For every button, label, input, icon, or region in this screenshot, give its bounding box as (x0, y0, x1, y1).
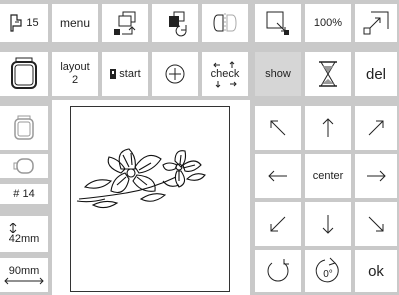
zoom-button[interactable]: 100% (305, 4, 351, 42)
center-label: center (312, 170, 344, 182)
arrow-right-icon (367, 170, 386, 182)
hoop-small-button[interactable] (0, 154, 48, 178)
presser-foot-number: 15 (26, 17, 39, 29)
move-down-button[interactable] (305, 202, 351, 246)
start-button[interactable]: start (102, 52, 148, 96)
arrow-left-icon (268, 170, 287, 182)
width-value: 90mm (8, 265, 40, 277)
check-label: check (210, 67, 240, 80)
embroidery-screen: 15 # 14 42mm 90mm menu 100% layout 2 sta… (0, 0, 399, 295)
size-enlarge-button[interactable] (355, 4, 397, 42)
arrow-down-right-icon (368, 216, 384, 232)
rotate-button[interactable] (255, 250, 301, 292)
move-down-left-button[interactable] (255, 202, 301, 246)
delete-button[interactable]: del (355, 52, 397, 96)
hourglass-icon (319, 61, 337, 87)
edit-end-icon (114, 11, 136, 35)
move-down-right-button[interactable] (355, 202, 397, 246)
move-left-button[interactable] (255, 154, 301, 198)
flower-pattern-image (76, 148, 206, 209)
layout-value: 2 (71, 74, 79, 86)
add-circle-icon (165, 64, 185, 84)
hoop-medium-icon (14, 115, 34, 140)
move-up-left-button[interactable] (255, 106, 301, 150)
hoop-large-icon (11, 57, 37, 89)
needle-position-icon (110, 69, 117, 79)
add-pattern-button[interactable] (152, 52, 198, 96)
arrow-up-right-icon (368, 120, 384, 136)
delete-label: del (365, 65, 387, 83)
start-label: start (119, 68, 141, 80)
edit-rotate-button[interactable] (152, 4, 198, 42)
time-button[interactable] (305, 52, 351, 96)
color-count-label: # 14 (13, 188, 35, 200)
layout-button[interactable]: layout 2 (52, 52, 98, 96)
size-reduce-icon (266, 11, 289, 35)
edit-rotate-icon (169, 11, 187, 37)
mirror-icon (213, 13, 237, 33)
arrow-down-icon (322, 215, 334, 234)
embroidery-preview (70, 106, 230, 292)
horizontal-size-arrow-icon (4, 277, 44, 285)
show-button[interactable]: show (255, 52, 301, 96)
width-indicator: 90mm (0, 258, 48, 292)
menu-button[interactable]: menu (52, 4, 98, 42)
height-indicator: 42mm (0, 216, 48, 252)
zoom-label: 100% (313, 17, 343, 29)
presser-foot-status: 15 (0, 4, 48, 42)
ok-label: ok (368, 262, 384, 280)
show-label: show (265, 68, 291, 80)
arrow-up-icon (322, 118, 334, 137)
rotate-icon (267, 259, 289, 282)
rotate-reset-button[interactable]: 0° (305, 250, 351, 292)
rotate-reset-label: 0° (323, 268, 333, 280)
edit-end-button[interactable] (102, 4, 148, 42)
color-count: # 14 (0, 184, 48, 204)
ok-button[interactable]: ok (355, 250, 397, 292)
center-button[interactable]: center (305, 154, 351, 198)
arrow-up-left-icon (270, 120, 286, 136)
size-enlarge-icon (363, 11, 389, 35)
layout-label: layout (60, 61, 90, 73)
hoop-small-icon (13, 158, 34, 174)
arrow-down-left-icon (270, 216, 286, 232)
move-up-button[interactable] (305, 106, 351, 150)
presser-foot-icon (10, 14, 22, 32)
mirror-button[interactable] (202, 4, 248, 42)
hoop-large-button[interactable] (0, 52, 48, 96)
check-down-arrows-icon (215, 80, 237, 88)
height-value: 42mm (8, 233, 40, 245)
check-button[interactable]: check (202, 52, 248, 96)
vertical-size-arrow-icon (9, 223, 17, 233)
move-right-button[interactable] (355, 154, 397, 198)
hoop-medium-button[interactable] (0, 106, 48, 150)
move-up-right-button[interactable] (355, 106, 397, 150)
menu-label: menu (59, 16, 91, 30)
size-reduce-button[interactable] (255, 4, 301, 42)
